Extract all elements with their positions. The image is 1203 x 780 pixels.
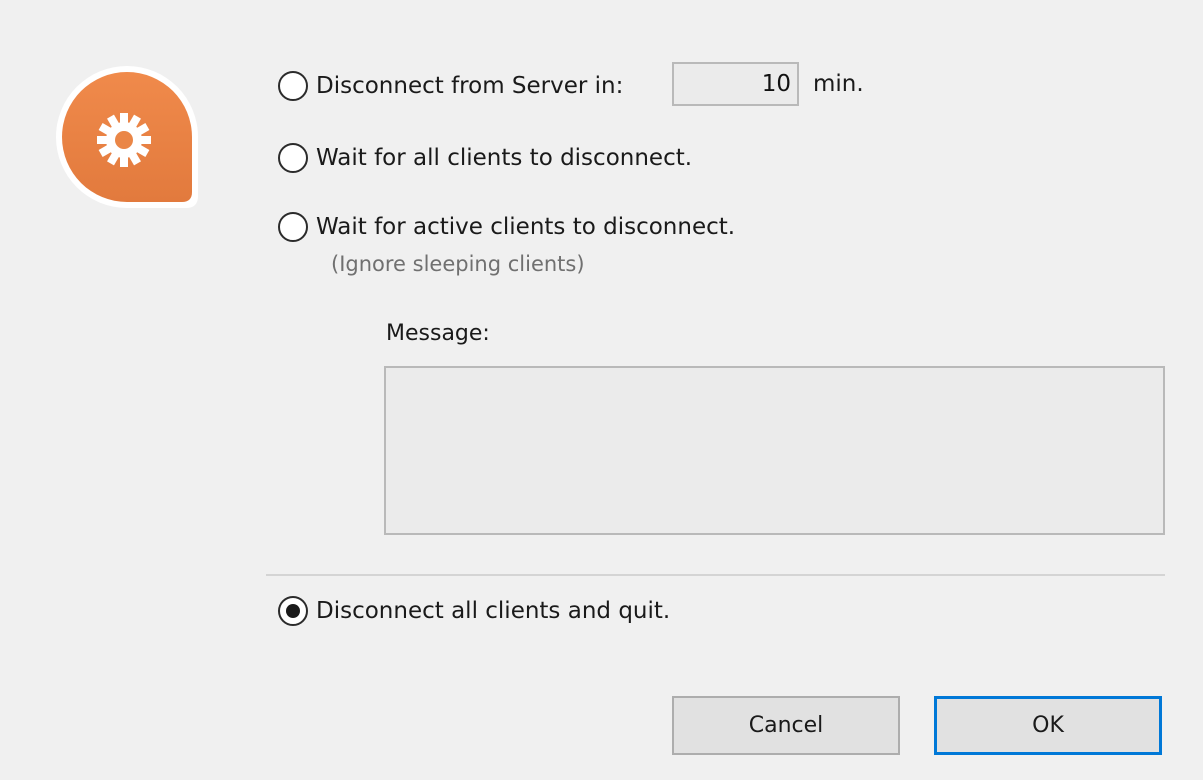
message-label: Message:	[386, 321, 490, 346]
radio-wait-active[interactable]: Wait for active clients to disconnect.	[278, 212, 735, 242]
radio-wait-all-label: Wait for all clients to disconnect.	[316, 145, 693, 171]
radio-disconnect-in[interactable]: Disconnect from Server in:	[278, 71, 623, 101]
radio-disconnect-all-label: Disconnect all clients and quit.	[316, 598, 671, 624]
ignore-sleeping-hint: (Ignore sleeping clients)	[331, 252, 585, 276]
separator	[266, 574, 1165, 576]
minutes-unit-label: min.	[813, 71, 864, 97]
radio-disconnect-in-label: Disconnect from Server in:	[316, 73, 624, 99]
server-gear-icon	[56, 66, 198, 208]
radio-wait-all[interactable]: Wait for all clients to disconnect.	[278, 143, 692, 173]
radio-wait-active-label: Wait for active clients to disconnect.	[316, 214, 736, 240]
message-textarea[interactable]	[384, 366, 1165, 535]
radio-disconnect-all-button[interactable]	[278, 596, 308, 626]
disconnect-dialog: Disconnect from Server in: min. Wait for…	[0, 0, 1203, 780]
radio-wait-active-button[interactable]	[278, 212, 308, 242]
radio-disconnect-in-button[interactable]	[278, 71, 308, 101]
minutes-input[interactable]	[672, 62, 799, 106]
radio-wait-all-button[interactable]	[278, 143, 308, 173]
radio-disconnect-all[interactable]: Disconnect all clients and quit.	[278, 596, 670, 626]
ok-button[interactable]: OK	[934, 696, 1162, 755]
cancel-button[interactable]: Cancel	[672, 696, 900, 755]
